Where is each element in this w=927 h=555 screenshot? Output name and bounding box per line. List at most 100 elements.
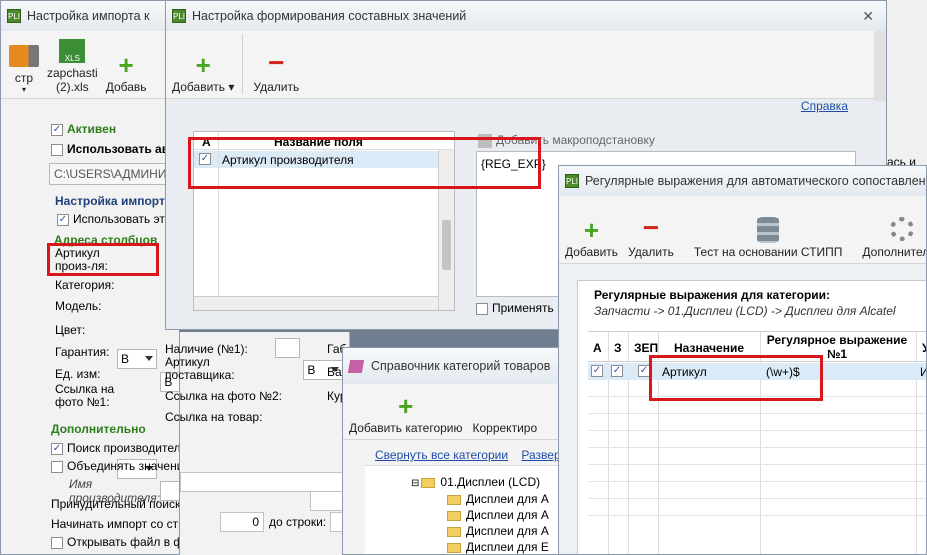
folder-icon [421, 477, 436, 488]
xls-file-button[interactable]: XLS zapchasti (2).xls [47, 39, 98, 94]
row-field-name: Артикул производителя [222, 153, 354, 167]
row-a-checkbox[interactable]: ✓ [591, 365, 603, 377]
tree-node[interactable]: Дисплеи для A [447, 524, 549, 538]
field-grid: А Название поля ✓ Артикул производителя [193, 131, 455, 311]
apply-row[interactable]: Применять п [476, 301, 564, 315]
regex-toolbar: + Добавить − Удалить Тест на основании С… [559, 196, 926, 264]
close-icon[interactable]: ✕ [862, 8, 874, 25]
add-button[interactable]: + Добавить ▾ [172, 52, 234, 94]
collapse-icon[interactable]: ⊟ [411, 478, 419, 489]
grid-scrollbar[interactable] [438, 150, 454, 310]
import-window-titlebar: PLI Настройка импорта к [1, 1, 179, 31]
warranty-label: Гарантия: [55, 345, 110, 359]
article-column-select[interactable]: B [117, 349, 157, 369]
start-row-input[interactable]: 0 [220, 512, 264, 532]
path-input[interactable]: C:\USERS\АДМИНИСТР [49, 163, 179, 185]
xls-icon: XLS [59, 39, 86, 63]
row-zep-checkbox[interactable]: ✓ [638, 365, 650, 377]
truck-icon [9, 45, 39, 67]
regex-delete-button[interactable]: − Удалить [628, 212, 674, 260]
folder-icon [447, 510, 461, 521]
grid-row[interactable]: ✓ Артикул производителя [194, 151, 454, 168]
tree-node[interactable]: Дисплеи для E [447, 540, 549, 554]
test-stipp-button[interactable]: Тест на основании СТИПП [694, 217, 842, 259]
import-settings-window: PLI Настройка импорта к стр ▾ XLS zapcha… [0, 0, 180, 555]
xml-row[interactable]: Открывать файл в формате XML в программе… [51, 535, 179, 549]
background-right-panel: ась и [887, 0, 927, 170]
grid-hscrollbar[interactable] [194, 296, 438, 310]
edit-category-button[interactable]: Корректиро [473, 393, 538, 435]
folder-icon [447, 526, 461, 537]
regex-content: Регулярные выражения для категории: Запч… [577, 280, 926, 554]
import-window-title: Настройка импорта к [27, 9, 150, 23]
use-this-checkbox[interactable]: ✓ [57, 213, 69, 226]
truck-button[interactable]: стр ▾ [9, 45, 39, 94]
row-purpose: Артикул [662, 365, 707, 379]
search-manufacturer-checkbox[interactable]: ✓ [51, 442, 63, 455]
search-manufacturer-row[interactable]: ✓Поиск производителя товара в прайс-лист… [51, 441, 179, 455]
plus-icon: + [583, 215, 600, 245]
plus-icon: + [118, 50, 134, 80]
regex-grid-header: А З ЗЕП Назначение Регулярное выражение … [588, 332, 926, 362]
extra-options-button[interactable]: Дополнительн [862, 217, 926, 259]
force-search-label: Принудительный поиск производителя в яче… [51, 497, 180, 511]
add-button-partial[interactable]: + Добавь [106, 52, 147, 94]
stock-column-select[interactable] [275, 338, 300, 358]
to-row-label: до строки: [269, 515, 327, 529]
app-icon: PLI [565, 174, 579, 188]
macro-icon [478, 133, 492, 148]
tree-node[interactable]: Дисплеи для A [447, 492, 549, 506]
add-category-button[interactable]: + Добавить категорию [349, 393, 463, 435]
row-z-checkbox[interactable]: ✓ [611, 365, 623, 377]
col-field-header: Название поля [274, 135, 363, 149]
tree-node[interactable]: Дисплеи для A [447, 508, 549, 522]
combine-checkbox[interactable] [51, 460, 63, 473]
category-window-title: Справочник категорий товаров [371, 359, 551, 373]
minus-icon: − [642, 212, 660, 243]
plus-icon: + [398, 391, 414, 421]
use-this-row[interactable]: ✓ Использовать эти [57, 212, 172, 226]
regex-heading: Регулярные выражения для категории: [594, 288, 831, 302]
model-label: Модель: [55, 299, 102, 313]
composite-window-titlebar: PLI Настройка формирования составных зна… [166, 1, 886, 31]
addresses-title: Адреса столбцов [54, 233, 158, 247]
minus-icon: − [268, 47, 285, 78]
start-row-label: Начинать импорт со строки №: [51, 517, 179, 531]
active-checkbox-row[interactable]: ✓ Активен [51, 122, 116, 136]
regex-window: PLI Регулярные выражения для автоматичес… [558, 165, 927, 555]
article-label: Артикул произ-ля: [55, 246, 108, 273]
gear-icon [890, 217, 915, 241]
composite-toolbar: + Добавить ▾ − Удалить [166, 31, 886, 99]
grid-header: А Название поля [194, 132, 454, 150]
database-icon [757, 217, 780, 243]
folder-icon [447, 494, 461, 505]
app-icon: PLI [7, 9, 21, 23]
tree-node-lcd[interactable]: ⊟ 01.Дисплеи (LCD) [411, 475, 540, 489]
composite-window-title: Настройка формирования составных значени… [192, 9, 467, 23]
add-macro-button[interactable]: Добавить макроподстановку [478, 133, 655, 148]
color-label: Цвет: [55, 323, 86, 337]
photo1-label: Ссылка на фото №1: [55, 382, 115, 409]
regex-add-button[interactable]: + Добавить [565, 217, 618, 259]
folder-icon [347, 359, 365, 373]
apply-checkbox[interactable] [476, 302, 488, 315]
unit-label: Ед. изм: [55, 367, 101, 381]
folder-icon [447, 542, 461, 553]
collapse-all-link[interactable]: Свернуть все категории [375, 448, 508, 462]
manufacturer-name-input[interactable] [180, 472, 350, 492]
regex-row[interactable]: ✓ ✓ ✓ Артикул (\w+)$ И [588, 363, 926, 380]
extra-title: Дополнительно [51, 422, 146, 436]
supplier-article-label: Артикул поставщика: [165, 355, 235, 382]
active-checkbox[interactable]: ✓ [51, 123, 63, 136]
category-label: Категория: [55, 278, 115, 292]
use-auto-checkbox[interactable] [51, 143, 63, 156]
combine-row[interactable]: Объединять значение из поля "Имя произво… [51, 459, 179, 473]
expand-all-link[interactable]: Разверн [521, 448, 559, 462]
goods-link-label: Ссылка на товар: [165, 410, 263, 424]
xml-checkbox[interactable] [51, 536, 63, 549]
composite-right-scroll [874, 31, 886, 101]
help-link[interactable]: Справка [801, 99, 848, 113]
row-checkbox[interactable]: ✓ [199, 153, 211, 165]
use-auto-row[interactable]: Использовать ав [51, 142, 169, 156]
delete-button[interactable]: − Удалить [253, 47, 299, 95]
